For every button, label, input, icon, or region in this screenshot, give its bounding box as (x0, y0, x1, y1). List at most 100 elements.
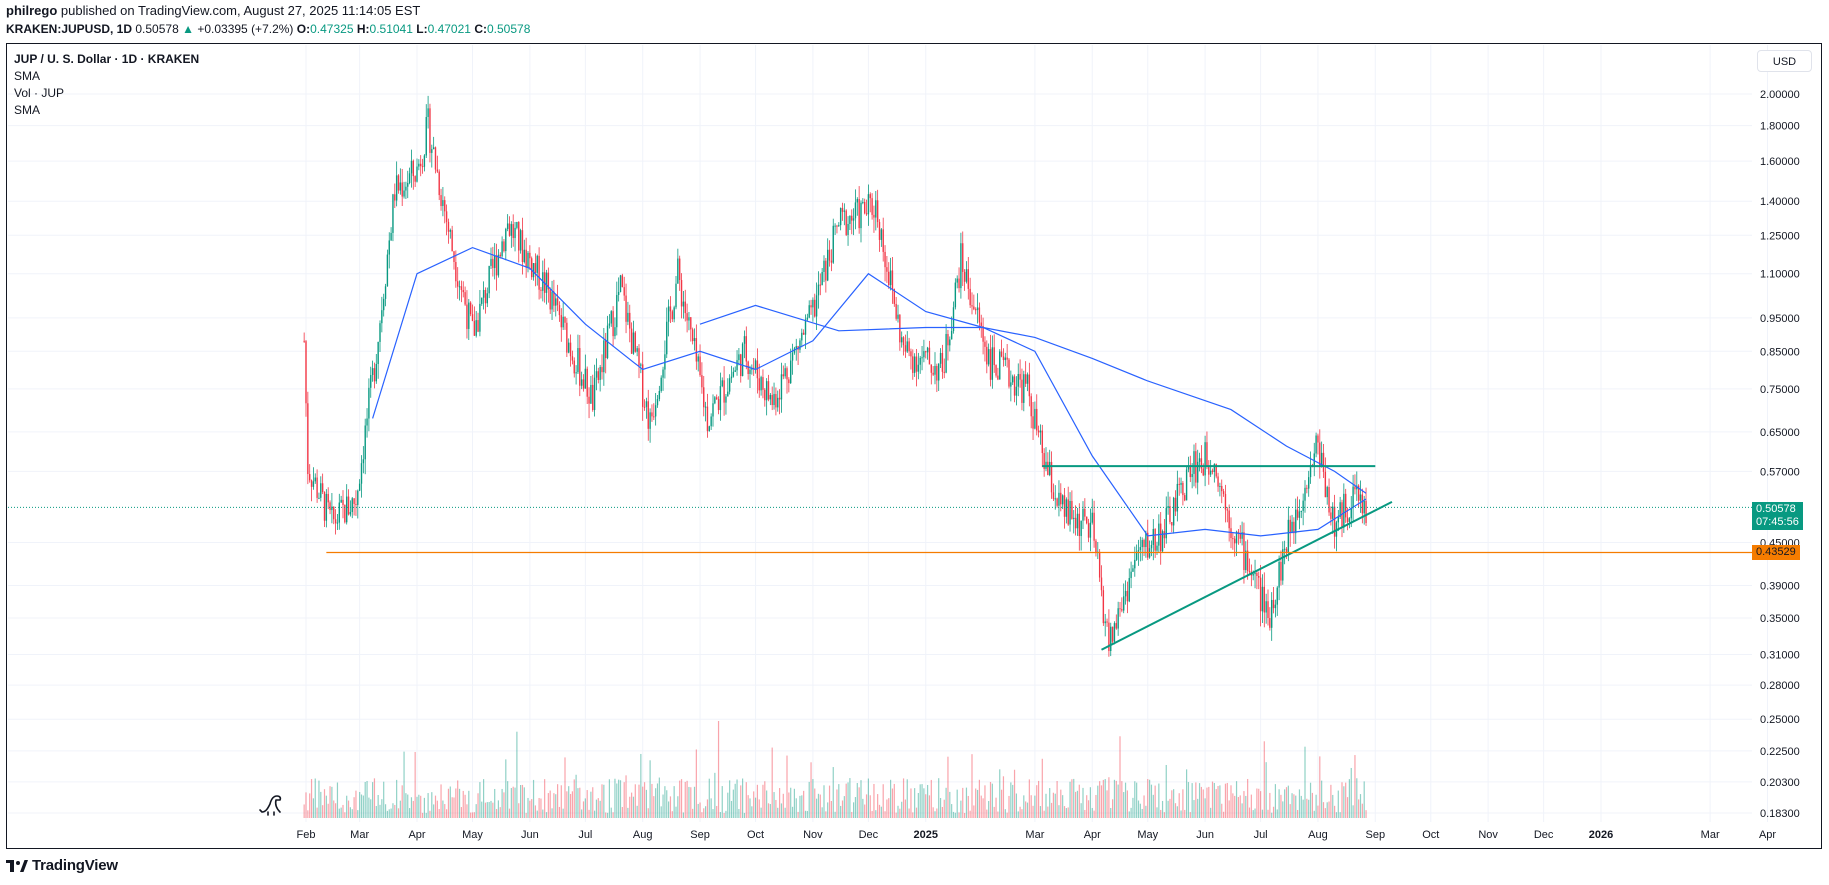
volume-bar (1123, 792, 1125, 818)
y-tick-label: 0.39000 (1760, 581, 1800, 593)
volume-bar (551, 808, 553, 818)
candle-body (1071, 500, 1073, 519)
volume-bar (1191, 783, 1193, 818)
volume-bar (684, 781, 686, 818)
volume-bar (544, 779, 546, 818)
volume-bar (897, 805, 899, 818)
volume-bar (1308, 799, 1310, 818)
volume-bar (923, 788, 925, 818)
candle-body (1013, 376, 1016, 396)
candle-body (738, 354, 740, 361)
volume-bar (608, 779, 610, 818)
candle-body (845, 210, 847, 235)
volume-bar (494, 788, 496, 818)
candle-body (510, 224, 513, 236)
candle-body (653, 416, 655, 418)
candle-body (651, 412, 653, 417)
x-tick-label: Mar (1701, 829, 1720, 841)
volume-bar (1043, 810, 1045, 818)
volume-bar (434, 795, 437, 818)
candle-body (706, 406, 709, 432)
volume-bar (1132, 797, 1134, 818)
candle-body (828, 249, 831, 261)
volume-bar (310, 779, 313, 818)
volume-bar (662, 794, 664, 818)
candle-body (1243, 532, 1245, 571)
volume-bar (1211, 781, 1214, 818)
candle-body (841, 207, 844, 212)
volume-bar (1328, 801, 1330, 818)
volume-bar (1147, 779, 1149, 818)
candle-body (1024, 374, 1027, 384)
candle-body (980, 322, 982, 326)
volume-bar (803, 790, 805, 818)
volume-bar (303, 804, 305, 818)
volume-bar (1128, 811, 1130, 818)
candle-body (468, 302, 470, 329)
candle-body (1119, 608, 1121, 610)
candle-body (580, 379, 583, 386)
candle-body (421, 166, 424, 168)
volume-bar (827, 802, 829, 818)
x-tick-label: Dec (1534, 829, 1554, 841)
volume-bar (1038, 780, 1040, 818)
volume-bar (536, 810, 538, 818)
candle-body (617, 291, 620, 295)
volume-bar (333, 800, 335, 818)
volume-bar (1173, 789, 1175, 818)
volume-bar (1032, 805, 1034, 818)
legend-sma-2[interactable]: SMA (14, 102, 199, 119)
candle-body (601, 367, 603, 373)
legend-volume[interactable]: Vol · JUP (14, 85, 199, 102)
volume-bar (423, 797, 425, 818)
candle-body (1217, 476, 1219, 487)
price-chart-svg[interactable]: 2.00000 1.80000 1.60000 1.40000 1.25000 1.100… (0, 0, 1829, 885)
volume-bar (917, 793, 919, 818)
candle-body (521, 230, 524, 263)
volume-bar (331, 786, 333, 818)
candle-body (764, 389, 766, 401)
candle-body (1234, 538, 1236, 544)
volume-bar (1045, 793, 1047, 818)
volume-bar (1226, 782, 1228, 818)
candle-body (743, 336, 746, 344)
candle-body (1032, 416, 1034, 429)
y-tick-label: 2.00000 (1760, 89, 1800, 101)
volume-bar (1067, 807, 1069, 818)
volume-bar (309, 793, 311, 818)
volume-bar (477, 793, 479, 818)
volume-bar (1284, 789, 1286, 818)
volume-bar (675, 806, 677, 818)
tradingview-logo[interactable]: TradingView (6, 857, 118, 874)
volume-bar (335, 803, 337, 818)
volume-bar (1298, 789, 1301, 818)
candle-body (386, 254, 389, 287)
candle-body (963, 271, 966, 282)
volume-bar (643, 782, 646, 818)
volume-bar (1228, 800, 1230, 818)
volume-bar (458, 788, 461, 818)
candle-body (836, 225, 838, 227)
candle-body (1008, 359, 1010, 387)
candle-body (654, 405, 657, 417)
volume-bar (705, 806, 707, 818)
currency-button[interactable]: USD (1757, 50, 1812, 72)
legend-sma-1[interactable]: SMA (14, 68, 199, 85)
candle-body (1208, 466, 1210, 475)
volume-bar (1113, 779, 1116, 818)
candle-body (405, 186, 407, 191)
volume-bar (427, 793, 429, 818)
volume-bar (1001, 789, 1003, 818)
candle-body (725, 396, 727, 403)
volume-bar (754, 797, 757, 818)
candle-body (1226, 509, 1228, 511)
volume-bar (462, 790, 464, 818)
volume-bar (786, 755, 788, 818)
candle-body (984, 341, 986, 347)
candle-body (408, 173, 411, 183)
volume-bar (1235, 781, 1238, 818)
volume-bar (797, 811, 799, 818)
volume-bar (1050, 802, 1053, 818)
volume-bar (1287, 785, 1289, 818)
candle-body (754, 360, 757, 369)
